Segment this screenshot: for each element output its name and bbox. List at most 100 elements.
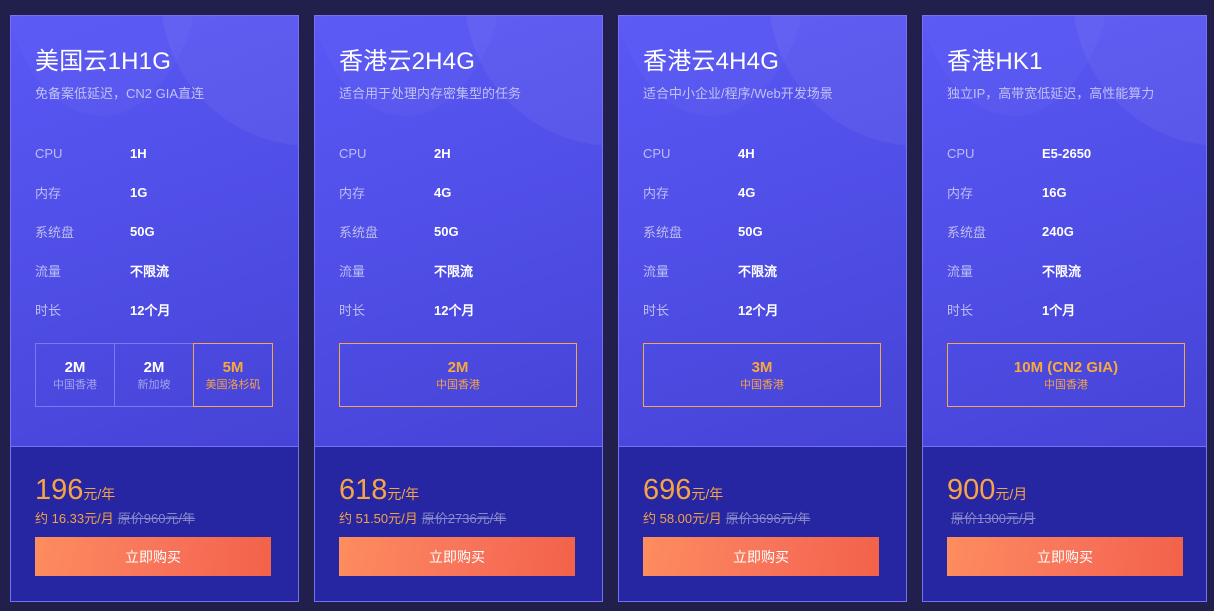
bandwidth-option[interactable]: 2M 中国香港	[35, 343, 115, 407]
spec-label: 流量	[947, 264, 974, 279]
bandwidth-option[interactable]: 5M 美国洛杉矶	[193, 343, 273, 407]
spec-value: 1个月	[1042, 303, 1076, 318]
buy-now-button[interactable]: 立即购买	[643, 537, 879, 576]
spec-value: 4G	[434, 185, 452, 200]
spec-row: CPU 2H	[339, 134, 589, 173]
spec-value: 2H	[434, 146, 451, 161]
spec-list: CPU 4H 内存 4G 系统盘 50G 流量 不限流时长 12个月	[643, 134, 893, 329]
spec-label: 系统盘	[339, 225, 379, 240]
decorative-bubble	[161, 16, 298, 146]
plan-subtitle: 免备案低延迟，CN2 GIA直连	[35, 86, 205, 101]
spec-value: 4G	[738, 185, 756, 200]
spec-label: 时长	[35, 303, 62, 318]
spec-label: 时长	[339, 303, 366, 318]
price-value: 900	[947, 474, 996, 506]
spec-row: 时长 12个月	[35, 290, 285, 329]
spec-label: CPU	[947, 146, 975, 161]
decorative-bubble	[1073, 16, 1206, 146]
plan-card-header: 美国云1H1G 免备案低延迟，CN2 GIA直连 CPU 1H 内存 1G 系统盘 50G…	[11, 16, 298, 447]
original-price: 原价3696元/年	[725, 511, 811, 526]
bandwidth-option[interactable]: 2M 中国香港	[339, 343, 577, 407]
spec-row: CPU 4H	[643, 134, 893, 173]
price: 196元/年	[35, 474, 285, 506]
spec-value: 4H	[738, 146, 755, 161]
spec-label: CPU	[35, 146, 63, 161]
spec-row: CPU E5-2650	[947, 134, 1197, 173]
spec-value: 不限流	[130, 264, 170, 279]
bandwidth-selector: 2M 中国香港	[339, 343, 577, 407]
spec-label: 系统盘	[947, 225, 987, 240]
decorative-bubble	[769, 16, 906, 146]
spec-label: 内存	[35, 186, 62, 201]
bandwidth-option[interactable]: 2M 新加坡	[114, 343, 194, 407]
price-unit: 元/年	[83, 486, 116, 502]
spec-label: 时长	[643, 303, 670, 318]
plan-title: 美国云1H1G	[35, 48, 172, 75]
bandwidth-location: 新加坡	[137, 378, 171, 391]
spec-list: CPU E5-2650 内存 16G 系统盘 240G 流量 不限流时长 1个月	[947, 134, 1197, 329]
bandwidth-speed: 5M	[222, 358, 244, 376]
plan-title: 香港云4H4G	[643, 48, 780, 75]
spec-label: CPU	[643, 146, 671, 161]
monthly-price: 约 51.50元/月	[339, 511, 418, 526]
spec-value: 12个月	[434, 303, 475, 318]
price-value: 196	[35, 474, 84, 506]
plan-card-3: 香港云4H4G 适合中小企业/程序/Web开发场景 CPU 4H 内存 4G 系统盘 50…	[618, 15, 907, 602]
spec-row: 内存 4G	[643, 173, 893, 212]
bandwidth-selector: 3M 中国香港	[643, 343, 881, 407]
price: 618元/年	[339, 474, 589, 506]
price-unit: 元/年	[387, 486, 420, 502]
bandwidth-selector: 2M 中国香港 2M 新加坡 5M 美国洛杉矶	[35, 343, 273, 407]
bandwidth-location: 美国洛杉矶	[205, 378, 261, 391]
plan-card-2: 香港云2H4G 适合用于处理内存密集型的任务 CPU 2H 内存 4G 系统盘 50G 流量…	[314, 15, 603, 602]
spec-row: 流量 不限流	[339, 251, 589, 290]
price-details: 约 16.33元/月 原价960元/年	[35, 508, 285, 527]
price-area: 696元/年 约 58.00元/月 原价3696元/年	[643, 474, 893, 527]
bandwidth-location: 中国香港	[53, 378, 97, 391]
spec-value: 12个月	[738, 303, 779, 318]
bandwidth-location: 中国香港	[1044, 378, 1088, 391]
bandwidth-option[interactable]: 3M 中国香港	[643, 343, 881, 407]
price: 696元/年	[643, 474, 893, 506]
spec-label: 流量	[339, 264, 366, 279]
price-area: 900元/月 原价1300元/月	[947, 474, 1197, 527]
spec-value: 不限流	[738, 264, 778, 279]
price-details: 约 58.00元/月 原价3696元/年	[643, 508, 893, 527]
spec-list: CPU 2H 内存 4G 系统盘 50G 流量 不限流 时长 12个月	[339, 134, 589, 329]
bandwidth-selector: 10M (CN2 GIA) 中国香港	[947, 343, 1185, 407]
spec-label: 系统盘	[643, 225, 683, 240]
spec-row: 时长 12个月	[643, 290, 893, 329]
bandwidth-option[interactable]: 10M (CN2 GIA) 中国香港	[947, 343, 1185, 407]
spec-value: 50G	[738, 224, 763, 239]
original-price: 原价960元/年	[117, 511, 196, 526]
spec-row: 内存 16G	[947, 173, 1197, 212]
price-details: 约 51.50元/月 原价2736元/年	[339, 508, 589, 527]
plan-card-4: 香港HK1 独立IP，高带宽低延迟，高性能算力 CPU E5-2650 内存 16G 系…	[922, 15, 1207, 602]
plan-subtitle: 独立IP，高带宽低延迟，高性能算力	[947, 86, 1155, 101]
price-unit: 元/年	[691, 486, 724, 502]
spec-value: 1G	[130, 185, 148, 200]
buy-now-button[interactable]: 立即购买	[947, 537, 1183, 576]
spec-value: 不限流	[1042, 264, 1082, 279]
bandwidth-location: 中国香港	[740, 378, 784, 391]
spec-label: CPU	[339, 146, 367, 161]
plan-card-header: 香港云4H4G 适合中小企业/程序/Web开发场景 CPU 4H 内存 4G 系统盘 50…	[619, 16, 906, 447]
decorative-bubble	[465, 16, 602, 146]
spec-label: 内存	[947, 186, 974, 201]
plan-subtitle: 适合中小企业/程序/Web开发场景	[643, 86, 833, 101]
spec-label: 内存	[643, 186, 670, 201]
monthly-price: 约 58.00元/月	[643, 511, 722, 526]
spec-value: 50G	[130, 224, 155, 239]
buy-now-button[interactable]: 立即购买	[339, 537, 575, 576]
spec-value: 1H	[130, 146, 147, 161]
plan-subtitle: 适合用于处理内存密集型的任务	[339, 86, 522, 101]
spec-label: 时长	[947, 303, 974, 318]
spec-value: 240G	[1042, 224, 1074, 239]
price-value: 696	[643, 474, 692, 506]
price-value: 618	[339, 474, 388, 506]
spec-row: 内存 4G	[339, 173, 589, 212]
spec-row: 流量 不限流	[643, 251, 893, 290]
buy-now-button[interactable]: 立即购买	[35, 537, 271, 576]
spec-label: 系统盘	[35, 225, 75, 240]
plan-card-header: 香港云2H4G 适合用于处理内存密集型的任务 CPU 2H 内存 4G 系统盘 50G 流量…	[315, 16, 602, 447]
